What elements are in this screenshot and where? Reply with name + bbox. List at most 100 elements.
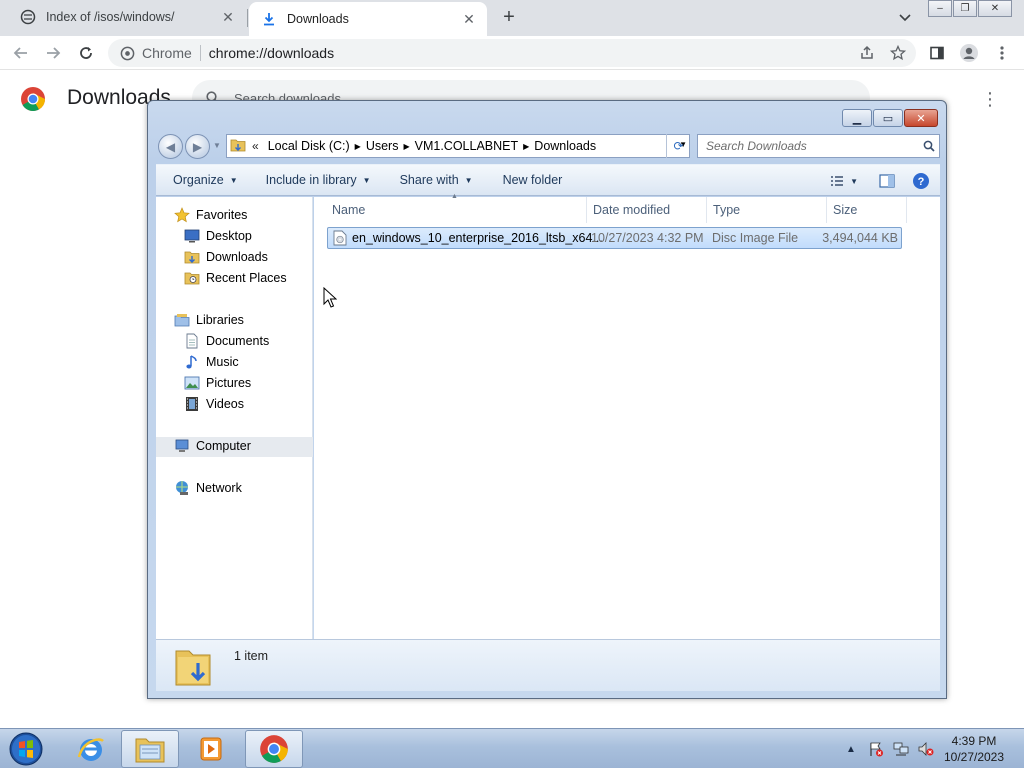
column-header-size[interactable]: Size [827,197,907,223]
share-with-button[interactable]: Share with ▼ [400,173,473,187]
breadcrumb-item[interactable]: VM1.COLLABNET [415,139,519,153]
breadcrumb-item[interactable]: Local Disk (C:) [268,139,350,153]
recent-pages-chevron-icon[interactable]: ▼ [213,141,221,150]
minimize-window-button[interactable]: – [928,0,952,17]
explorer-close-button[interactable]: ✕ [904,109,938,127]
profile-avatar-icon[interactable] [958,42,980,64]
item-count: 1 item [234,649,269,663]
volume-muted-icon[interactable] [917,740,935,758]
nav-desktop[interactable]: Desktop [184,228,252,244]
tab-search-chevron-icon[interactable] [895,8,915,28]
file-row[interactable]: en_windows_10_enterprise_2016_ltsb_x64..… [327,227,902,249]
dropdown-arrow-icon: ▼ [362,175,371,185]
chrome-menu-icon[interactable] [991,42,1013,64]
nav-label: Pictures [206,376,252,390]
overflow-chevron-icon[interactable]: « [252,139,259,153]
nav-label: Libraries [196,313,244,327]
forward-arrow-icon[interactable] [42,42,64,64]
taskbar-media-player-icon[interactable] [182,730,240,768]
explorer-search-input[interactable]: Search Downloads [697,134,940,158]
tab-index-isos[interactable]: Index of /isos/windows/ ✕ [8,0,246,34]
taskbar-clock[interactable]: 4:39 PM 10/27/2023 [934,733,1014,765]
address-bar[interactable]: Chrome chrome://downloads [108,39,916,67]
explorer-minimize-button[interactable]: ▁ [842,109,872,127]
nav-favorites[interactable]: Favorites [174,207,247,223]
restore-window-button[interactable]: ❐ [953,0,977,17]
taskbar-internet-explorer-icon[interactable] [62,730,120,768]
explorer-forward-icon[interactable]: ▶ [185,134,210,159]
share-icon[interactable] [856,42,878,64]
new-folder-button[interactable]: New folder [503,173,563,187]
nav-network[interactable]: Network [174,480,242,496]
close-tab-icon[interactable]: ✕ [218,7,238,27]
browser-toolbar: Chrome chrome://downloads [0,36,1024,70]
breadcrumb-chevron-icon[interactable]: ▶ [355,142,361,151]
nav-libraries[interactable]: Libraries [174,312,244,328]
close-window-button[interactable]: ✕ [978,0,1012,17]
refresh-icon[interactable]: ⟳ [666,134,690,158]
clock-time: 4:39 PM [951,734,997,748]
taskbar-chrome-icon[interactable] [245,730,303,768]
column-label: Size [833,203,858,217]
start-button-icon[interactable] [6,731,46,767]
explorer-command-bar: Organize ▼ Include in library ▼ Share with… [156,164,940,196]
music-note-icon [184,354,200,370]
explorer-address-bar[interactable]: « Local Disk (C:) ▶ Users ▶ VM1.COLLABNE… [226,134,690,158]
breadcrumb-chevron-icon[interactable]: ▶ [523,142,529,151]
downloads-folder-icon [184,249,200,265]
include-in-library-label: Include in library [265,173,357,187]
column-label: Date modified [593,203,671,217]
explorer-window: ▁ ▭ ✕ ◀ ▶ ▼ « Local Disk (C:) ▶ Users ▶ … [147,100,947,699]
star-icon [174,207,190,223]
nav-computer[interactable]: Computer [174,438,251,454]
downloads-folder-large-icon [174,645,214,689]
nav-downloads[interactable]: Downloads [184,249,268,265]
organize-button[interactable]: Organize ▼ [173,173,238,187]
tab-title: Index of /isos/windows/ [46,10,175,24]
explorer-maximize-button[interactable]: ▭ [873,109,903,127]
nav-music[interactable]: Music [184,354,239,370]
column-header-name[interactable]: Name ▲ [314,193,587,223]
explorer-back-icon[interactable]: ◀ [158,134,183,159]
mouse-pointer-icon [323,286,338,309]
network-status-icon[interactable] [892,740,910,758]
bookmark-star-icon[interactable] [887,42,909,64]
folder-icon [230,138,248,154]
organize-label: Organize [173,173,224,187]
more-actions-icon[interactable]: ⋮ [980,88,1000,110]
nav-documents[interactable]: Documents [184,333,269,349]
back-arrow-icon[interactable] [10,42,32,64]
nav-label: Videos [206,397,244,411]
column-label: Type [713,203,741,217]
tab-downloads[interactable]: Downloads ✕ [249,2,487,36]
breadcrumb-item[interactable]: Downloads [534,139,596,153]
nav-recent-places[interactable]: Recent Places [184,270,287,286]
action-center-flag-icon[interactable] [867,740,885,758]
navigation-pane: Favorites Desktop Downloads Recent Place… [156,197,313,639]
network-icon [174,480,190,496]
taskbar-windows-explorer-icon[interactable] [121,730,179,768]
preview-pane-icon[interactable] [876,171,898,191]
site-favicon-icon [20,9,36,25]
help-icon[interactable]: ? [910,171,932,191]
include-in-library-button[interactable]: Include in library ▼ [266,173,371,187]
column-label: Name [332,203,366,217]
column-header-date[interactable]: Date modified [587,197,707,223]
side-panel-icon[interactable] [926,42,948,64]
close-tab-icon[interactable]: ✕ [459,9,479,29]
breadcrumb-chevron-icon[interactable]: ▶ [403,142,409,151]
show-hidden-icons-icon[interactable]: ▲ [842,740,860,758]
search-icon[interactable] [919,140,939,152]
nav-videos[interactable]: Videos [184,396,244,412]
documents-icon [184,333,200,349]
column-header-type[interactable]: Type [707,197,827,223]
view-dropdown-arrow-icon[interactable]: ▼ [850,177,858,186]
reload-icon[interactable] [75,42,97,64]
breadcrumb-item[interactable]: Users [366,139,399,153]
omnibox-divider [199,45,201,61]
nav-pictures[interactable]: Pictures [184,375,251,391]
computer-icon [174,438,190,454]
disc-image-file-icon [333,230,347,246]
change-view-icon[interactable] [826,171,848,191]
new-tab-button[interactable]: + [498,6,520,28]
